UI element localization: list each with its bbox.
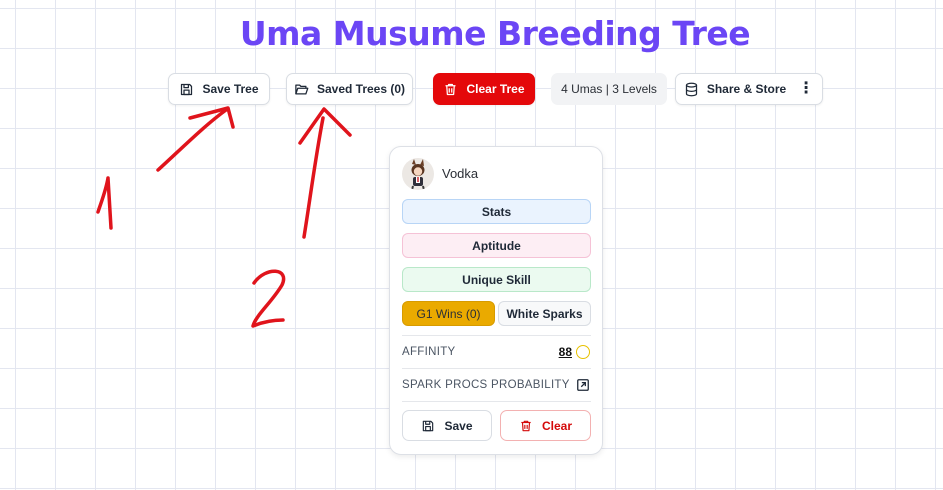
card-save-label: Save [444, 418, 473, 433]
white-sparks-button[interactable]: White Sparks [498, 301, 591, 326]
clear-tree-button[interactable]: Clear Tree [433, 73, 535, 105]
affinity-circle-icon [576, 345, 590, 359]
affinity-value[interactable]: 88 [559, 345, 572, 359]
saved-trees-button[interactable]: Saved Trees (0) [286, 73, 413, 105]
aptitude-label: Aptitude [472, 238, 521, 253]
divider [402, 335, 591, 336]
uma-avatar [402, 158, 434, 190]
page-title: Uma Musume Breeding Tree [239, 14, 751, 53]
stats-label: Stats [481, 204, 512, 219]
unique-skill-label: Unique Skill [462, 272, 531, 287]
annotation-arrowhead-2 [298, 107, 352, 145]
affinity-label: AFFINITY [402, 346, 456, 358]
divider [402, 401, 591, 402]
annotation-arrow-2 [302, 116, 325, 239]
spark-procs-label: SPARK PROCS PROBABILITY [402, 379, 570, 391]
annotation-arrowhead-1 [188, 106, 235, 129]
unique-skill-button[interactable]: Unique Skill [402, 267, 591, 292]
toolbar: Save Tree Saved Trees (0) Clear Tree 4 U… [0, 73, 943, 105]
tree-count-label: 4 Umas | 3 Levels [561, 82, 657, 96]
database-icon [685, 82, 697, 96]
aptitude-button[interactable]: Aptitude [402, 233, 591, 258]
stats-button[interactable]: Stats [402, 199, 591, 224]
annotation-numeral-1 [96, 176, 113, 230]
divider [402, 368, 591, 369]
folder-open-icon [295, 84, 309, 94]
annotation-numeral-2 [251, 269, 286, 328]
share-store-label: Share & Store [706, 82, 787, 96]
external-link-icon[interactable] [576, 378, 590, 392]
trash-icon [445, 83, 456, 95]
g1-wins-label: G1 Wins (0) [416, 306, 481, 321]
floppy-disk-icon [423, 420, 434, 431]
g1-wins-button[interactable]: G1 Wins (0) [402, 301, 495, 326]
tree-count-badge: 4 Umas | 3 Levels [551, 73, 667, 105]
save-tree-label: Save Tree [202, 82, 259, 96]
card-save-button[interactable]: Save [402, 410, 492, 441]
share-store-button[interactable]: Share & Store ⋮ [675, 73, 823, 105]
uma-name: Vodka [442, 166, 479, 181]
card-clear-label: Clear [541, 418, 573, 433]
uma-card: Vodka Stats Aptitude Unique Skill G1 Win… [389, 146, 603, 455]
white-sparks-label: White Sparks [506, 306, 583, 321]
saved-trees-label: Saved Trees (0) [316, 82, 406, 96]
trash-icon [521, 420, 531, 431]
save-tree-button[interactable]: Save Tree [168, 73, 270, 105]
card-clear-button[interactable]: Clear [500, 410, 591, 441]
annotation-arrow-1 [156, 108, 228, 172]
more-options-icon[interactable]: ⋮ [798, 81, 814, 97]
floppy-disk-icon [181, 83, 193, 95]
clear-tree-label: Clear Tree [466, 82, 525, 96]
